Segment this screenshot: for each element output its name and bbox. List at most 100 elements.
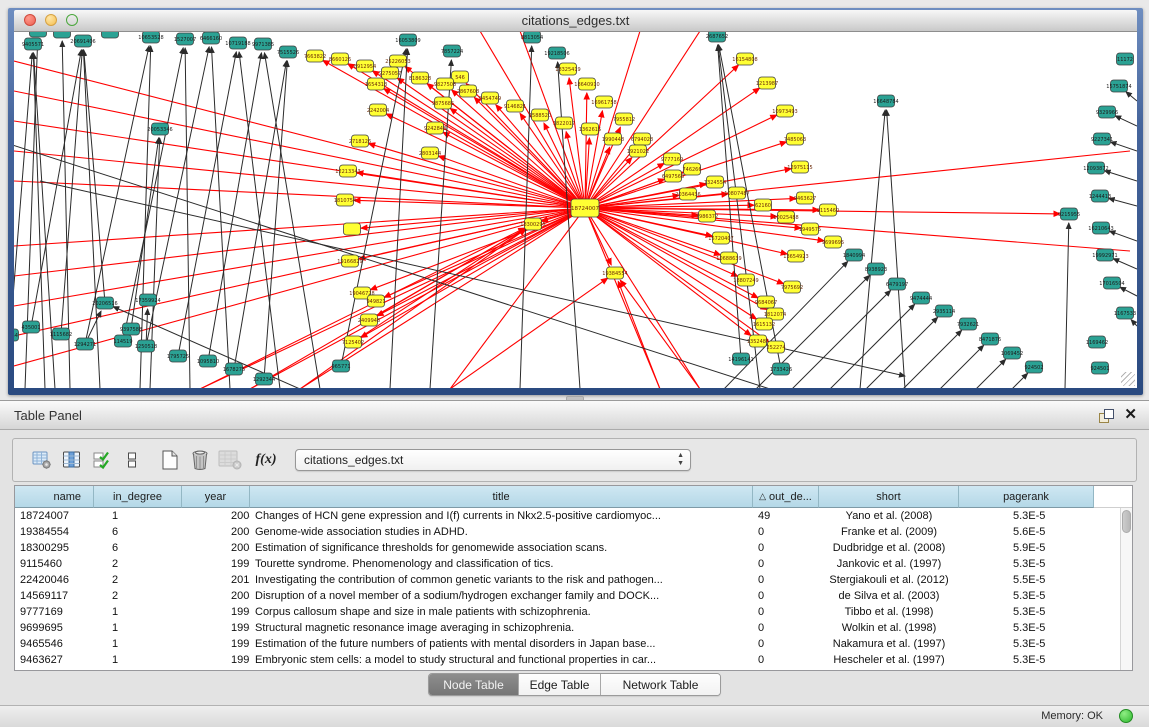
column-header-name[interactable]: name xyxy=(15,486,94,508)
cell-name: 18724007 xyxy=(15,508,94,524)
graph-node-label: 6466160 xyxy=(200,36,222,42)
graph-node-label: 8471876 xyxy=(979,337,1001,343)
cell-short: Yano et al. (2008) xyxy=(819,508,959,524)
cell-title: Tourette syndrome. Phenomenology and cla… xyxy=(250,556,753,572)
cell-in_degree: 1 xyxy=(94,652,182,668)
graph-node-label: 39154 xyxy=(14,333,18,339)
column-header-title[interactable]: title xyxy=(250,486,753,508)
memory-status-icon[interactable] xyxy=(1119,709,1133,723)
graph-node-label: 15751874 xyxy=(1106,84,1131,90)
graph-node[interactable] xyxy=(54,32,71,38)
cell-short: Tibbo et al. (1998) xyxy=(819,604,959,620)
table-scrollbar-thumb[interactable] xyxy=(1122,510,1131,533)
cell-name: 9699695 xyxy=(15,620,94,636)
graph-node-label: 20364436 xyxy=(675,192,700,198)
graph-node-label: 1362615 xyxy=(579,127,601,133)
table-selector-dropdown[interactable]: citations_edges.txt ▲▼ xyxy=(295,449,691,471)
graph-node[interactable] xyxy=(102,32,119,38)
graph-edge xyxy=(61,50,82,334)
graph-node-label: 435001 xyxy=(21,325,40,331)
graph-node-label: 19992971 xyxy=(1092,253,1117,259)
graph-node-label: 12213343 xyxy=(335,169,360,175)
cell-pagerank: 5.3E-5 xyxy=(959,620,1094,636)
graph-edge xyxy=(369,229,525,320)
graph-node-label: 20053346 xyxy=(147,127,172,133)
table-settings-icon[interactable] xyxy=(29,447,55,473)
table-header-row: namein_degreeyeartitle△out_de...shortpag… xyxy=(15,486,1132,508)
graph-edge xyxy=(903,330,962,388)
cell-year: 1997 xyxy=(182,636,250,652)
graph-node-label: 924502 xyxy=(1024,365,1043,371)
table-row[interactable]: 946554611997Estimation of the future num… xyxy=(15,636,1132,652)
cell-title: Changes of HCN gene expression and I(f) … xyxy=(250,508,753,524)
column-header-short[interactable]: short xyxy=(819,486,959,508)
delete-table-icon[interactable] xyxy=(217,447,243,473)
graph-node-label: 9684067 xyxy=(755,300,777,306)
table-row[interactable]: 1938455462009Genome-wide association stu… xyxy=(15,524,1132,540)
column-header-out_degree[interactable]: △out_de... xyxy=(753,486,819,508)
table-row[interactable]: 969969511998Structural magnetic resonanc… xyxy=(15,620,1132,636)
show-columns-icon[interactable] xyxy=(59,447,85,473)
cell-short: Stergiakouli et al. (2012) xyxy=(819,572,959,588)
tab-node-table[interactable]: Node Table xyxy=(429,674,519,695)
graph-node[interactable] xyxy=(344,223,361,235)
resize-grip-icon[interactable] xyxy=(1121,372,1135,386)
graph-node-label: 8912954 xyxy=(354,64,376,70)
column-header-pagerank[interactable]: pagerank xyxy=(959,486,1094,508)
cell-out_degree: 0 xyxy=(753,636,819,652)
delete-columns-icon[interactable] xyxy=(187,447,213,473)
graph-node-label: 1324554 xyxy=(704,180,726,186)
cell-out_degree: 0 xyxy=(753,652,819,668)
graph-node-label: 1812074 xyxy=(764,312,786,318)
new-table-icon[interactable] xyxy=(157,447,183,473)
graph-edge xyxy=(1109,231,1137,241)
cell-in_degree: 2 xyxy=(94,588,182,604)
close-panel-icon[interactable]: ✕ xyxy=(1124,406,1137,424)
table-row[interactable]: 1830029562008Estimation of significance … xyxy=(15,540,1132,556)
graph-node-label: 18325419 xyxy=(555,67,580,73)
graph-edge xyxy=(558,62,580,388)
graph-node-label: 1292344 xyxy=(253,377,275,383)
row-selection-icon[interactable] xyxy=(89,447,115,473)
cell-short: Dudbridge et al. (2008) xyxy=(819,540,959,556)
table-row[interactable]: 946362711997Embryonic stem cells: a mode… xyxy=(15,652,1132,668)
cell-in_degree: 2 xyxy=(94,556,182,572)
network-window-titlebar[interactable]: citations_edges.txt xyxy=(14,10,1137,32)
graph-edge xyxy=(585,32,700,208)
cell-name: 9115460 xyxy=(15,556,94,572)
graph-node-label: 7125402 xyxy=(342,340,364,346)
cell-title: Disruption of a novel member of a sodium… xyxy=(250,588,753,604)
graph-node[interactable] xyxy=(30,32,47,37)
graph-node-label: 6794028 xyxy=(631,137,653,143)
table-row[interactable]: 1456911722003Disruption of a novel membe… xyxy=(15,588,1132,604)
table-panel-title: Table Panel xyxy=(14,408,82,423)
cell-short: de Silva et al. (2003) xyxy=(819,588,959,604)
cell-year: 2008 xyxy=(182,508,250,524)
table-selector-value: citations_edges.txt xyxy=(304,453,403,467)
toggle-rows-icon[interactable] xyxy=(119,447,145,473)
table-row[interactable]: 1872400712008Changes of HCN gene express… xyxy=(15,508,1132,524)
graph-edge xyxy=(384,89,585,208)
function-builder-icon[interactable]: f(x) xyxy=(253,447,279,473)
graph-node-label: 7955812 xyxy=(613,117,635,123)
graph-edge xyxy=(178,52,236,356)
network-canvas[interactable]: 1872400718300295193845549405571206914061… xyxy=(14,32,1137,388)
table-scrollbar[interactable] xyxy=(1120,508,1132,670)
float-panel-icon[interactable] xyxy=(1099,409,1113,423)
tab-edge-table[interactable]: Edge Table xyxy=(519,674,601,695)
graph-node-label: 114519 xyxy=(113,339,132,345)
graph-edge xyxy=(1012,373,1028,388)
table-row[interactable]: 911546021997Tourette syndrome. Phenomeno… xyxy=(15,556,1132,572)
column-header-in_degree[interactable]: in_degree xyxy=(94,486,182,508)
table-row[interactable]: 2242004622012Investigating the contribut… xyxy=(15,572,1132,588)
tab-network-table[interactable]: Network Table xyxy=(601,674,720,695)
column-header-year[interactable]: year xyxy=(182,486,250,508)
graph-edge xyxy=(1111,142,1137,151)
graph-node-label: 10025488 xyxy=(773,215,798,221)
graph-node-label: 9777169 xyxy=(661,157,683,163)
graph-node-label: 7932621 xyxy=(957,322,979,328)
graph-node-label: 949821 xyxy=(366,299,385,305)
graph-node-label: 1810754 xyxy=(334,198,356,204)
memory-status-label: Memory: OK xyxy=(1041,710,1103,722)
table-row[interactable]: 977716911998Corpus callosum shape and si… xyxy=(15,604,1132,620)
